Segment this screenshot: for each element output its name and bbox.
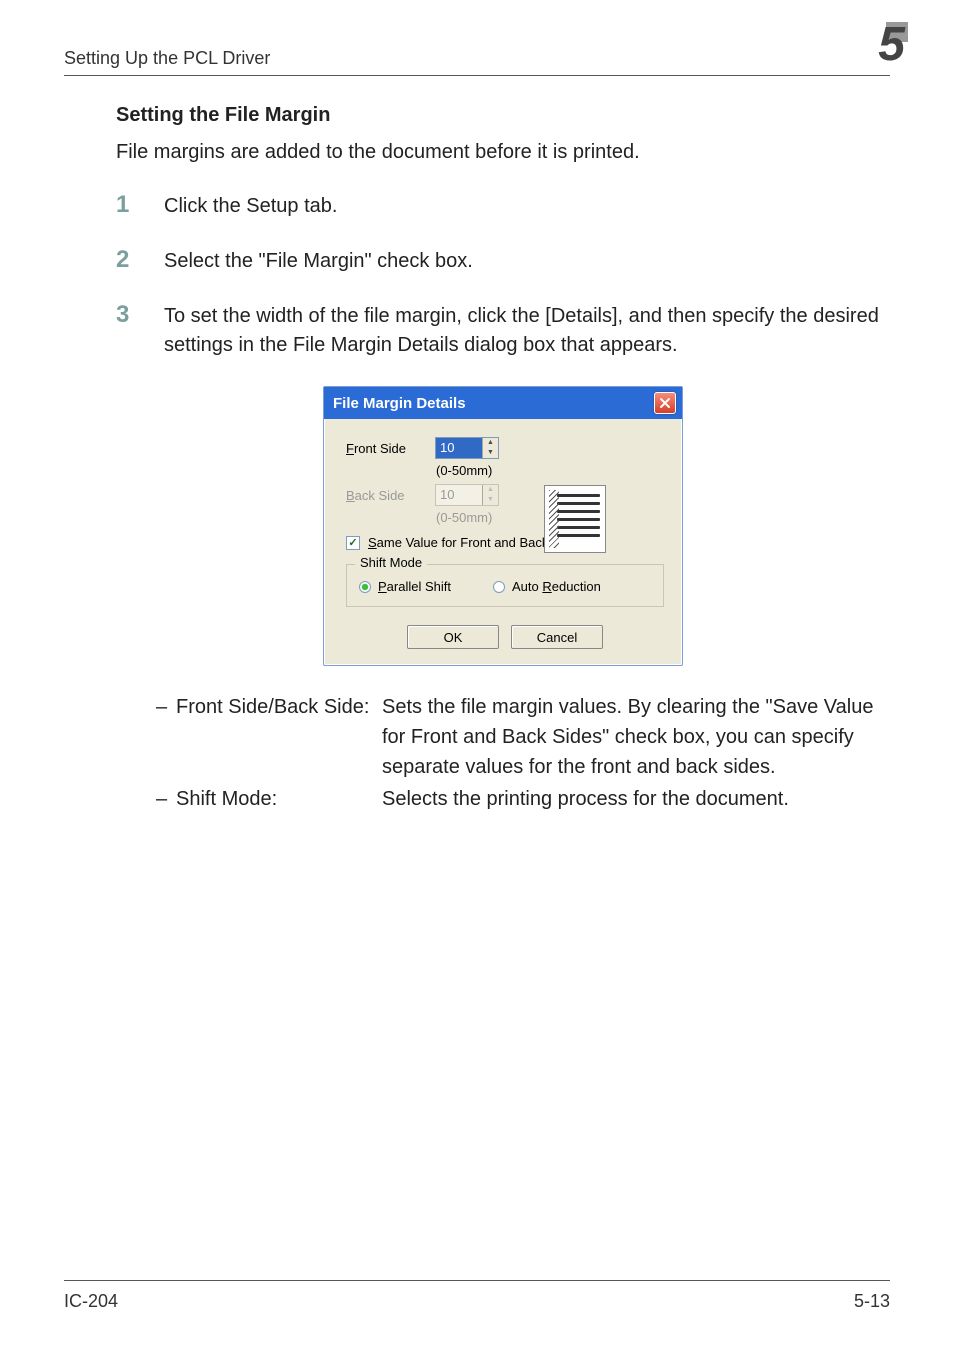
footer-model: IC-204 bbox=[64, 1291, 118, 1312]
front-side-spinner[interactable]: 10 ▲▼ bbox=[435, 437, 499, 459]
close-icon bbox=[659, 397, 671, 409]
definition-term: Shift Mode: bbox=[176, 784, 382, 814]
parallel-shift-radio[interactable]: Parallel Shift bbox=[359, 579, 451, 594]
radio-label: Parallel Shift bbox=[378, 579, 451, 594]
back-side-spinner: 10 ▲▼ bbox=[435, 484, 499, 506]
definition-description: Sets the file margin values. By clearing… bbox=[382, 692, 890, 782]
close-button[interactable] bbox=[654, 392, 676, 414]
front-range-hint: (0-50mm) bbox=[436, 463, 664, 478]
step-text: To set the width of the file margin, cli… bbox=[164, 302, 890, 360]
definition-term: Front Side/Back Side: bbox=[176, 692, 382, 782]
back-side-label: Back Side bbox=[346, 488, 421, 503]
bullet-dash: – bbox=[156, 692, 176, 782]
step-text: Select the "File Margin" check box. bbox=[164, 247, 473, 276]
same-value-checkbox[interactable]: ✓ Same Value for Front and Back Sides bbox=[346, 535, 664, 550]
radio-icon bbox=[493, 581, 505, 593]
shift-mode-group: Shift Mode Parallel Shift Auto Reduction bbox=[346, 564, 664, 607]
ok-button[interactable]: OK bbox=[407, 625, 499, 649]
footer-page-number: 5-13 bbox=[854, 1291, 890, 1312]
front-side-value: 10 bbox=[436, 438, 482, 458]
radio-label: Auto Reduction bbox=[512, 579, 601, 594]
back-side-value: 10 bbox=[436, 485, 482, 505]
definition-description: Selects the printing process for the doc… bbox=[382, 784, 890, 814]
step-number: 3 bbox=[116, 302, 138, 327]
spinner-buttons[interactable]: ▲▼ bbox=[482, 438, 498, 458]
bullet-dash: – bbox=[156, 784, 176, 814]
spinner-buttons: ▲▼ bbox=[482, 485, 498, 505]
step-number: 1 bbox=[116, 192, 138, 217]
cancel-button[interactable]: Cancel bbox=[511, 625, 603, 649]
file-margin-details-dialog: File Margin Details Front Side 10 bbox=[323, 386, 683, 666]
auto-reduction-radio[interactable]: Auto Reduction bbox=[493, 579, 601, 594]
radio-icon bbox=[359, 581, 371, 593]
checkbox-icon: ✓ bbox=[346, 536, 360, 550]
dialog-titlebar: File Margin Details bbox=[324, 387, 682, 419]
section-heading: Setting the File Margin bbox=[116, 104, 890, 127]
group-legend: Shift Mode bbox=[355, 555, 427, 570]
step-number: 2 bbox=[116, 247, 138, 272]
step-text: Click the Setup tab. bbox=[164, 192, 337, 221]
margin-preview-icon bbox=[544, 485, 606, 553]
dialog-title: File Margin Details bbox=[333, 395, 466, 412]
running-header: Setting Up the PCL Driver bbox=[64, 48, 270, 68]
intro-text: File margins are added to the document b… bbox=[116, 141, 890, 164]
definitions-list: – Front Side/Back Side: Sets the file ma… bbox=[156, 692, 890, 814]
front-side-label: Front Side bbox=[346, 441, 421, 456]
